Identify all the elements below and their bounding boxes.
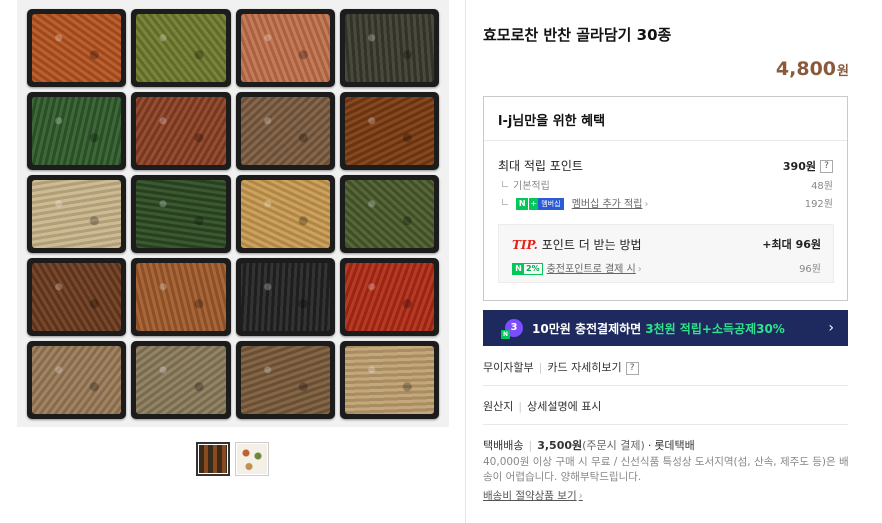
side-dish-container xyxy=(27,175,127,253)
price-unit: 원 xyxy=(837,64,849,79)
product-price: 4,800원 xyxy=(776,58,849,80)
divider xyxy=(483,385,848,386)
side-dish-container xyxy=(27,92,127,170)
tip-title-text: 포인트 더 받는 방법 xyxy=(541,238,642,252)
chevron-right-icon: › xyxy=(644,199,649,210)
product-title: 효모로찬 반찬 골라담기 30종 xyxy=(483,26,672,44)
product-main-image[interactable] xyxy=(17,0,449,427)
side-dish-container xyxy=(131,9,231,87)
side-dish-container xyxy=(235,175,335,253)
tip-sub-row: N 2% 충전포인트로 결제 시 › xyxy=(512,260,642,275)
thumbnail-2[interactable] xyxy=(235,442,269,476)
installment-label: 무이자할부 xyxy=(483,361,534,374)
price-value: 4,800 xyxy=(775,58,837,80)
side-dish-container xyxy=(235,9,335,87)
origin-value: 상세설명에 표시 xyxy=(527,400,602,413)
membership-link[interactable]: 멤버십 추가 적립 xyxy=(572,199,643,210)
side-dish-container xyxy=(339,92,439,170)
shipping-fee-note: (주문시 결제) xyxy=(582,439,645,452)
max-points-label: 최대 적립 포인트 xyxy=(498,159,583,173)
branch-icon xyxy=(502,199,508,205)
charge-points-link[interactable]: 충전포인트로 결제 시 xyxy=(547,264,636,275)
origin-label: 원산지 xyxy=(483,400,514,413)
side-dish-container xyxy=(131,341,231,419)
shipping-saver-link[interactable]: 배송비 절약상품 보기 › xyxy=(483,488,583,503)
side-dish-container xyxy=(339,175,439,253)
installment-row: 무이자할부 | 카드 자세히보기? xyxy=(483,359,848,375)
tip-sub-value: 96원 xyxy=(799,264,821,275)
product-gallery xyxy=(0,0,466,523)
naver-membership-icon: N + 멤버십 xyxy=(516,198,564,210)
side-dish-container xyxy=(131,92,231,170)
divider xyxy=(483,424,848,425)
tip-title: TIP. 포인트 더 받는 방법 xyxy=(512,236,642,253)
side-dish-container xyxy=(131,258,231,336)
thumbnail-strip xyxy=(196,442,269,476)
max-points-value: 390원 xyxy=(782,159,816,173)
naver-pay-percent-icon: N 2% xyxy=(512,263,543,275)
side-dish-container xyxy=(27,341,127,419)
membership-points-value: 192원 xyxy=(804,199,833,210)
origin-row: 원산지 | 상세설명에 표시 xyxy=(483,400,602,413)
basic-points-value: 48원 xyxy=(811,181,833,192)
chevron-right-icon: › xyxy=(828,320,834,336)
shipping-fee: 3,500원 xyxy=(537,439,583,452)
shipping-carrier: 롯데택배 xyxy=(654,439,695,452)
side-dish-container xyxy=(339,341,439,419)
side-dish-container xyxy=(235,258,335,336)
tip-mark: TIP. xyxy=(512,238,538,252)
benefit-header: l-j님만을 위한 혜택 xyxy=(484,97,847,141)
membership-points-row: N + 멤버십 멤버십 추가 적립 › 192원 xyxy=(498,195,833,210)
shipping-type: 택배배송 xyxy=(483,439,524,452)
thumbnail-1[interactable] xyxy=(196,442,230,476)
card-detail-link[interactable]: 카드 자세히보기 xyxy=(547,361,621,374)
charge-promo-banner[interactable]: 3N 10만원 충전결제하면 3천원 적립+소득공제30% › xyxy=(483,310,848,346)
naver-pay-3-icon: 3N xyxy=(501,319,523,339)
side-dish-container xyxy=(339,258,439,336)
banner-text: 10만원 충전결제하면 xyxy=(532,321,642,336)
side-dish-grid xyxy=(27,9,439,419)
help-icon[interactable]: ? xyxy=(820,159,833,173)
tip-box: TIP. 포인트 더 받는 방법 +최대 96원 N 2% 충전포인트로 결제 시 ›… xyxy=(498,224,834,283)
basic-points-label: 기본적립 xyxy=(513,181,550,192)
side-dish-container xyxy=(27,258,127,336)
max-points-row: 최대 적립 포인트 390원? xyxy=(498,157,833,174)
basic-points-row: 기본적립 48원 xyxy=(498,177,833,192)
benefit-box: l-j님만을 위한 혜택 최대 적립 포인트 390원? 기본적립 48원 N +… xyxy=(483,96,848,301)
side-dish-container xyxy=(131,175,231,253)
shipping-description: 40,000원 이상 구매 시 무료 / 신선식품 특성상 도서지역(섬, 산속… xyxy=(483,456,849,483)
chevron-right-icon: › xyxy=(637,264,642,275)
side-dish-container xyxy=(339,9,439,87)
side-dish-container xyxy=(27,9,127,87)
side-dish-container xyxy=(235,92,335,170)
shipping-row: 택배배송 | 3,500원(주문시 결제) · 롯데택배 xyxy=(483,439,695,452)
side-dish-container xyxy=(235,341,335,419)
help-icon[interactable]: ? xyxy=(625,361,639,375)
branch-icon xyxy=(502,181,508,187)
chevron-right-icon: › xyxy=(578,490,583,502)
banner-highlight: 3천원 적립+소득공제30% xyxy=(645,321,785,336)
tip-max-value: +최대 96원 xyxy=(762,238,821,251)
